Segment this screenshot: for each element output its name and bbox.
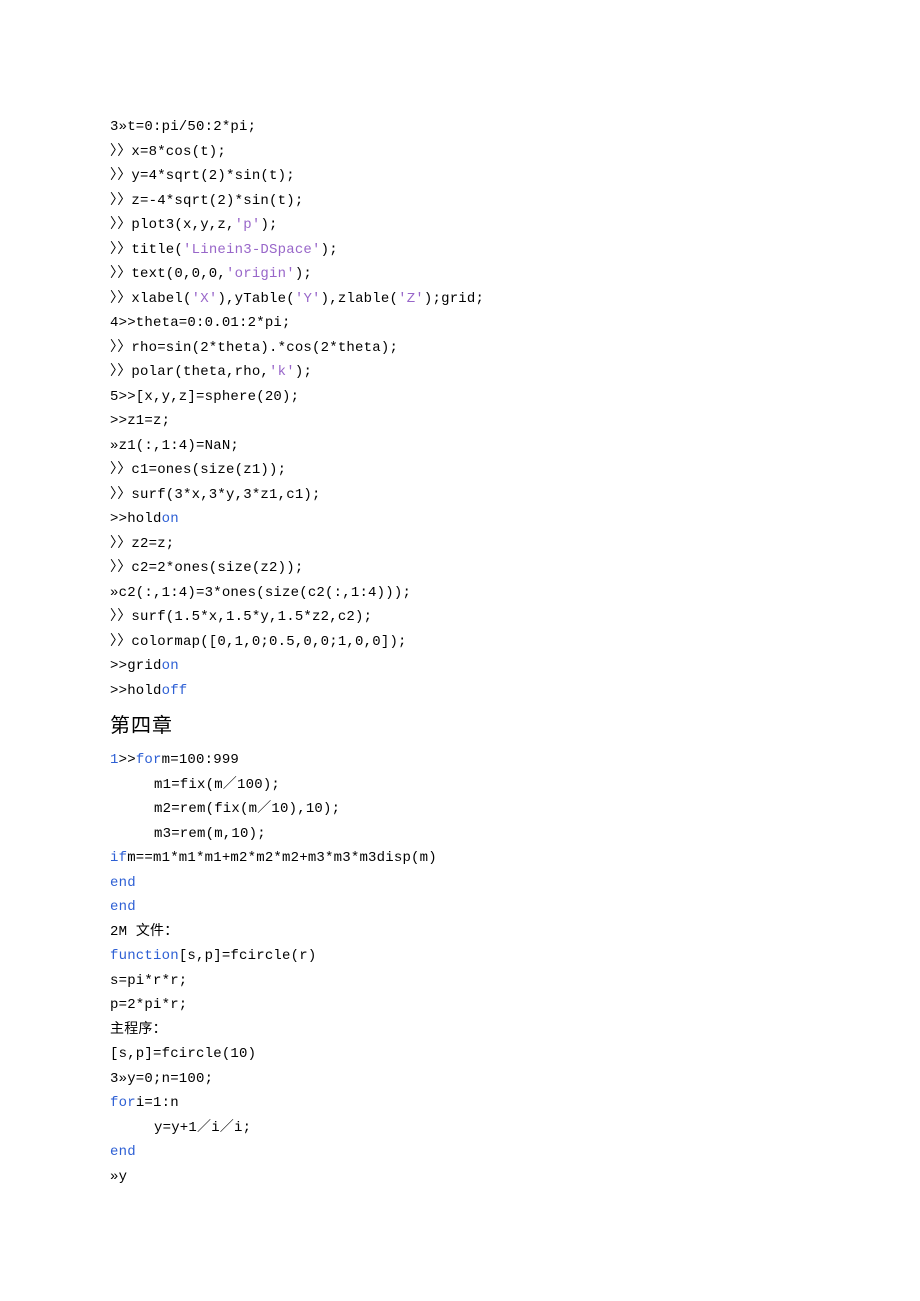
code-line: function[s,p]=fcircle(r) <box>110 944 810 969</box>
code-line: [s,p]=fcircle(10) <box>110 1042 810 1067</box>
code-line: »y <box>110 1165 810 1190</box>
code-line: ifm==m1*m1*m1+m2*m2*m2+m3*m3*m3disp(m) <box>110 846 810 871</box>
code-line: 〉〉c2=2*ones(size(z2)); <box>110 556 810 581</box>
code-line: 〉〉z=-4*sqrt(2)*sin(t); <box>110 189 810 214</box>
code-line: »z1(:,1:4)=NaN; <box>110 434 810 459</box>
code-line: 〉〉c1=ones(size(z1)); <box>110 458 810 483</box>
code-line: 〉〉surf(3*x,3*y,3*z1,c1); <box>110 483 810 508</box>
code-line: 〉〉z2=z; <box>110 532 810 557</box>
code-line: m2=rem(fix(m／10),10); <box>110 797 810 822</box>
code-line: p=2*pi*r; <box>110 993 810 1018</box>
code-line: 〉〉text(0,0,0,'origin'); <box>110 262 810 287</box>
code-line: end <box>110 1140 810 1165</box>
code-listing: 3»t=0:pi/50:2*pi;〉〉x=8*cos(t);〉〉y=4*sqrt… <box>110 115 810 1189</box>
code-line: 5>>[x,y,z]=sphere(20); <box>110 385 810 410</box>
code-line: 3»y=0;n=100; <box>110 1067 810 1092</box>
code-line: end <box>110 871 810 896</box>
code-line: 2M 文件： <box>110 920 810 945</box>
code-line: end <box>110 895 810 920</box>
code-line: s=pi*r*r; <box>110 969 810 994</box>
code-line: 〉〉x=8*cos(t); <box>110 140 810 165</box>
code-line: 〉〉title('Linein3-DSpace'); <box>110 238 810 263</box>
code-line: m3=rem(m,10); <box>110 822 810 847</box>
code-line: 〉〉xlabel('X'),yTable('Y'),zlable('Z');gr… <box>110 287 810 312</box>
code-line: 1>>form=100:999 <box>110 748 810 773</box>
code-line: 3»t=0:pi/50:2*pi; <box>110 115 810 140</box>
code-line: >>holdoff <box>110 679 810 704</box>
code-line: y=y+1／i／i; <box>110 1116 810 1141</box>
code-line: >>holdon <box>110 507 810 532</box>
code-line: 〉〉y=4*sqrt(2)*sin(t); <box>110 164 810 189</box>
code-line: 〉〉polar(theta,rho,'k'); <box>110 360 810 385</box>
code-line: m1=fix(m／100); <box>110 773 810 798</box>
code-line: 4>>theta=0:0.01:2*pi; <box>110 311 810 336</box>
section-heading: 第四章 <box>110 709 810 744</box>
code-line: 〉〉surf(1.5*x,1.5*y,1.5*z2,c2); <box>110 605 810 630</box>
code-line: 〉〉rho=sin(2*theta).*cos(2*theta); <box>110 336 810 361</box>
code-line: >>gridon <box>110 654 810 679</box>
code-line: 〉〉plot3(x,y,z,'p'); <box>110 213 810 238</box>
code-line: 主程序： <box>110 1018 810 1043</box>
code-line: >>z1=z; <box>110 409 810 434</box>
code-line: fori=1:n <box>110 1091 810 1116</box>
code-line: »c2(:,1:4)=3*ones(size(c2(:,1:4))); <box>110 581 810 606</box>
code-line: 〉〉colormap([0,1,0;0.5,0,0;1,0,0]); <box>110 630 810 655</box>
document-page: 3»t=0:pi/50:2*pi;〉〉x=8*cos(t);〉〉y=4*sqrt… <box>0 0 920 1249</box>
